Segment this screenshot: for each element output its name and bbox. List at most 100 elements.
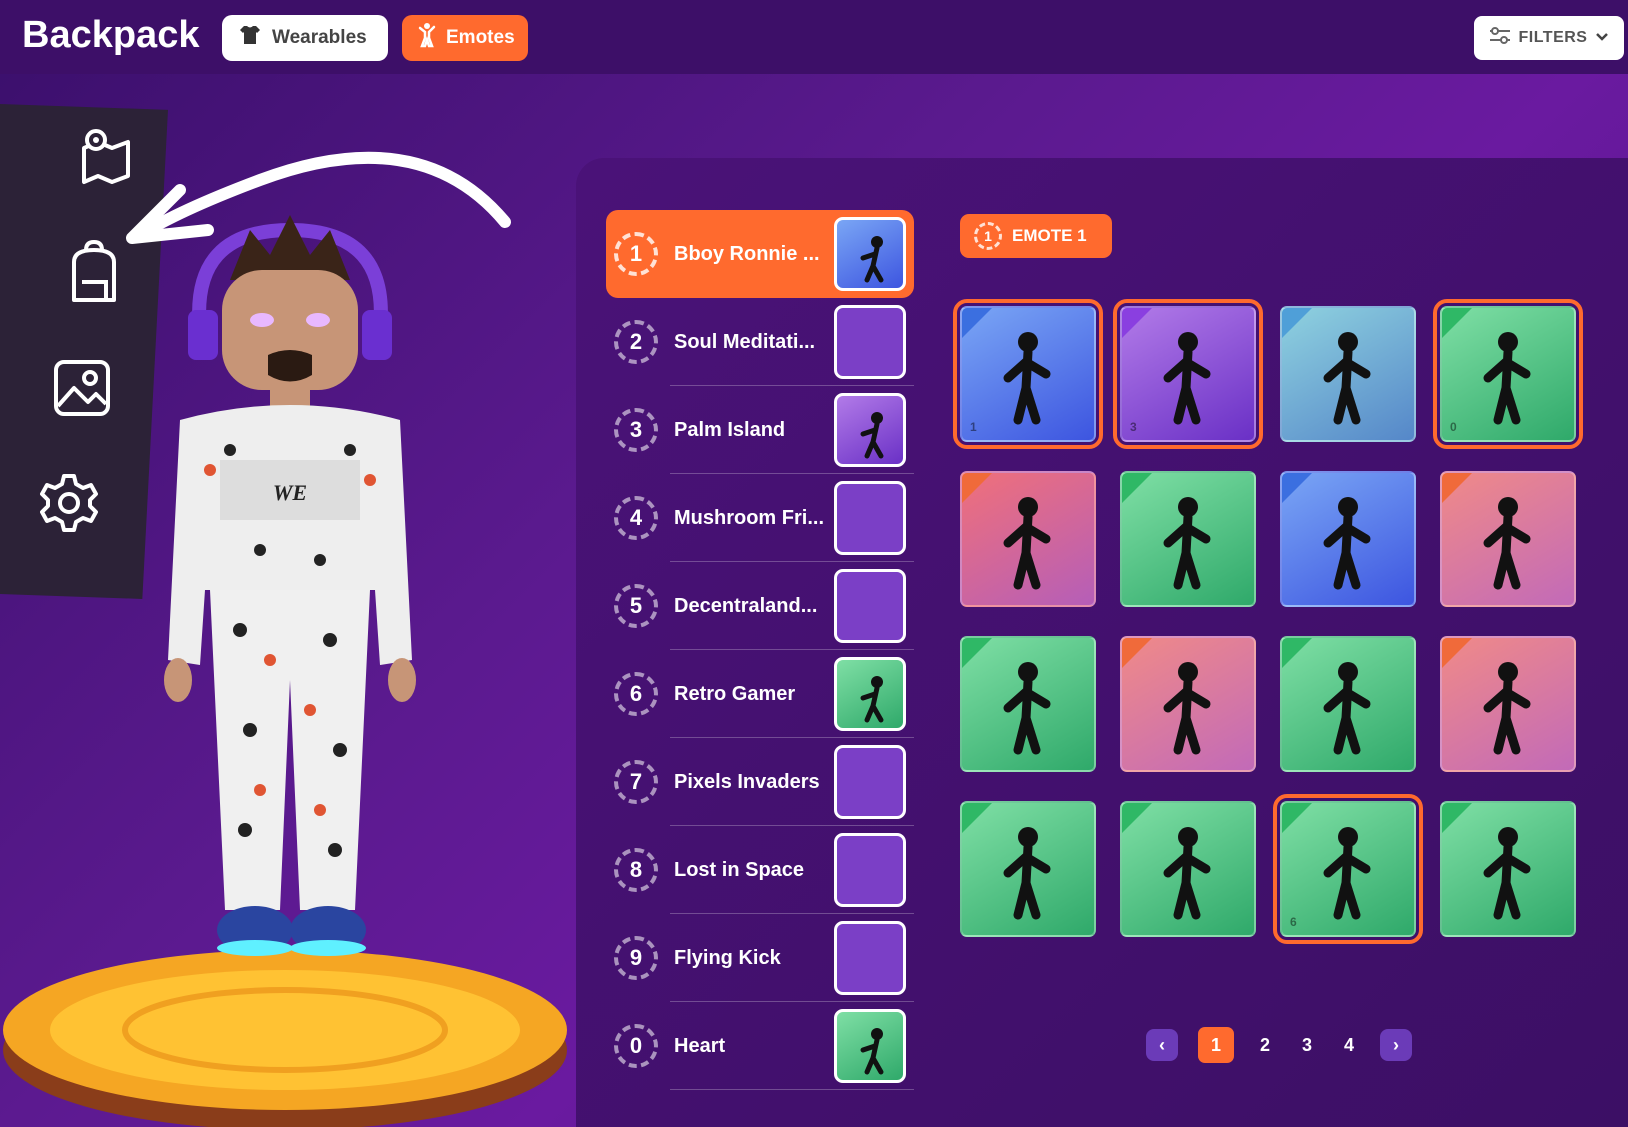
slot-name: Retro Gamer xyxy=(674,682,796,705)
tab-emotes-label: Emotes xyxy=(446,27,515,48)
slot-number: 2 xyxy=(614,320,658,364)
emote-silhouette-icon xyxy=(860,676,884,723)
slot-thumbnail xyxy=(834,217,906,291)
emote-card[interactable] xyxy=(1440,801,1576,937)
selected-slot-label: EMOTE 1 xyxy=(1012,226,1087,245)
page-title: Backpack xyxy=(22,14,200,56)
rarity-corner xyxy=(1442,638,1472,668)
slot-name: Decentraland... xyxy=(674,594,818,617)
emote-card[interactable] xyxy=(960,636,1096,772)
emote-slot-4[interactable]: 4 Mushroom Fri... xyxy=(606,474,914,562)
rarity-corner xyxy=(1122,473,1152,503)
slot-thumbnail xyxy=(834,393,906,467)
chevron-down-icon xyxy=(1595,29,1609,47)
slot-thumbnail xyxy=(834,481,906,555)
slot-name: Bboy Ronnie ... xyxy=(674,242,820,265)
rarity-corner xyxy=(962,308,992,338)
emote-slot-6[interactable]: 6 Retro Gamer xyxy=(606,650,914,738)
slot-number: 6 xyxy=(614,672,658,716)
slot-assignment-number: 6 xyxy=(1290,915,1297,929)
filters-button[interactable]: FILTERS xyxy=(1474,16,1624,60)
emote-card[interactable]: 1 xyxy=(953,299,1103,449)
slot-thumbnail xyxy=(834,569,906,643)
page-3[interactable]: 3 xyxy=(1296,1035,1318,1056)
rarity-corner xyxy=(1442,473,1472,503)
emote-card[interactable] xyxy=(1280,471,1416,607)
slot-assignment-number: 0 xyxy=(1450,420,1457,434)
rarity-corner xyxy=(962,803,992,833)
tab-emotes[interactable]: Emotes xyxy=(402,15,528,61)
emote-slot-0[interactable]: 0 Heart xyxy=(606,1002,914,1090)
slot-number: 4 xyxy=(614,496,658,540)
rarity-corner xyxy=(1122,308,1152,338)
slot-thumbnail xyxy=(834,657,906,731)
page-1[interactable]: 1 xyxy=(1198,1027,1234,1063)
emote-card[interactable] xyxy=(960,471,1096,607)
emote-card[interactable] xyxy=(1120,471,1256,607)
emote-slot-2[interactable]: 2 Soul Meditati... xyxy=(606,298,914,386)
rarity-corner xyxy=(1282,473,1312,503)
slot-thumbnail xyxy=(834,305,906,379)
emote-card[interactable] xyxy=(1280,636,1416,772)
slot-number: 8 xyxy=(614,848,658,892)
emote-silhouette-icon xyxy=(860,1028,884,1075)
settings-icon[interactable] xyxy=(38,472,102,536)
slot-name: Flying Kick xyxy=(674,946,781,969)
rarity-corner xyxy=(962,638,992,668)
selected-emote-badge: 1 EMOTE 1 xyxy=(960,214,1112,258)
emote-card[interactable] xyxy=(1120,636,1256,772)
slot-name: Pixels Invaders xyxy=(674,770,820,793)
rarity-corner xyxy=(1282,308,1312,338)
emote-card[interactable]: 6 xyxy=(1273,794,1423,944)
chevron-right-icon: › xyxy=(1393,1034,1399,1055)
prev-page-button[interactable]: ‹ xyxy=(1146,1029,1178,1061)
emote-slot-1[interactable]: 1 Bboy Ronnie ... xyxy=(606,210,914,298)
emote-slot-5[interactable]: 5 Decentraland... xyxy=(606,562,914,650)
emote-card[interactable]: 0 xyxy=(1433,299,1583,449)
slot-number: 3 xyxy=(614,408,658,452)
slot-thumbnail xyxy=(834,833,906,907)
emote-card[interactable] xyxy=(1440,471,1576,607)
shirt-icon xyxy=(238,24,262,52)
pagination: ‹ 1 2 3 4 › xyxy=(1146,1026,1412,1064)
slot-number: 0 xyxy=(614,1024,658,1068)
rarity-corner xyxy=(1122,803,1152,833)
emote-slot-3[interactable]: 3 Palm Island xyxy=(606,386,914,474)
next-page-button[interactable]: › xyxy=(1380,1029,1412,1061)
emote-slot-8[interactable]: 8 Lost in Space xyxy=(606,826,914,914)
tab-wearables-label: Wearables xyxy=(272,27,367,48)
emote-card[interactable] xyxy=(960,801,1096,937)
rarity-corner xyxy=(1122,638,1152,668)
slot-thumbnail xyxy=(834,921,906,995)
emote-figure-icon xyxy=(418,22,436,54)
slot-number: 1 xyxy=(614,232,658,276)
svg-text:WE: WE xyxy=(273,480,307,505)
page-2[interactable]: 2 xyxy=(1254,1035,1276,1056)
emote-card[interactable] xyxy=(1280,306,1416,442)
emote-card[interactable] xyxy=(1440,636,1576,772)
emote-slot-7[interactable]: 7 Pixels Invaders xyxy=(606,738,914,826)
avatar-figure[interactable]: WE xyxy=(150,210,430,1010)
slot-number: 5 xyxy=(614,584,658,628)
tab-wearables[interactable]: Wearables xyxy=(222,15,388,61)
slot-number: 9 xyxy=(614,936,658,980)
backpack-icon[interactable] xyxy=(64,239,128,304)
slot-name: Heart xyxy=(674,1034,726,1057)
slot-thumbnail xyxy=(834,1009,906,1083)
emote-card[interactable] xyxy=(1120,801,1256,937)
rarity-corner xyxy=(1442,308,1472,338)
rarity-corner xyxy=(1442,803,1472,833)
chevron-left-icon: ‹ xyxy=(1159,1034,1165,1055)
slot-name: Mushroom Fri... xyxy=(674,506,824,529)
emote-silhouette-icon xyxy=(860,236,884,283)
emote-card[interactable]: 3 xyxy=(1113,299,1263,449)
slot-divider xyxy=(670,1089,914,1090)
slot-name: Lost in Space xyxy=(674,858,805,881)
page-4[interactable]: 4 xyxy=(1338,1035,1360,1056)
emote-slot-9[interactable]: 9 Flying Kick xyxy=(606,914,914,1002)
slot-assignment-number: 1 xyxy=(970,420,977,434)
gallery-icon[interactable] xyxy=(52,358,116,422)
slot-name: Palm Island xyxy=(674,418,786,441)
rarity-corner xyxy=(1282,803,1312,833)
slot-number: 7 xyxy=(614,760,658,804)
